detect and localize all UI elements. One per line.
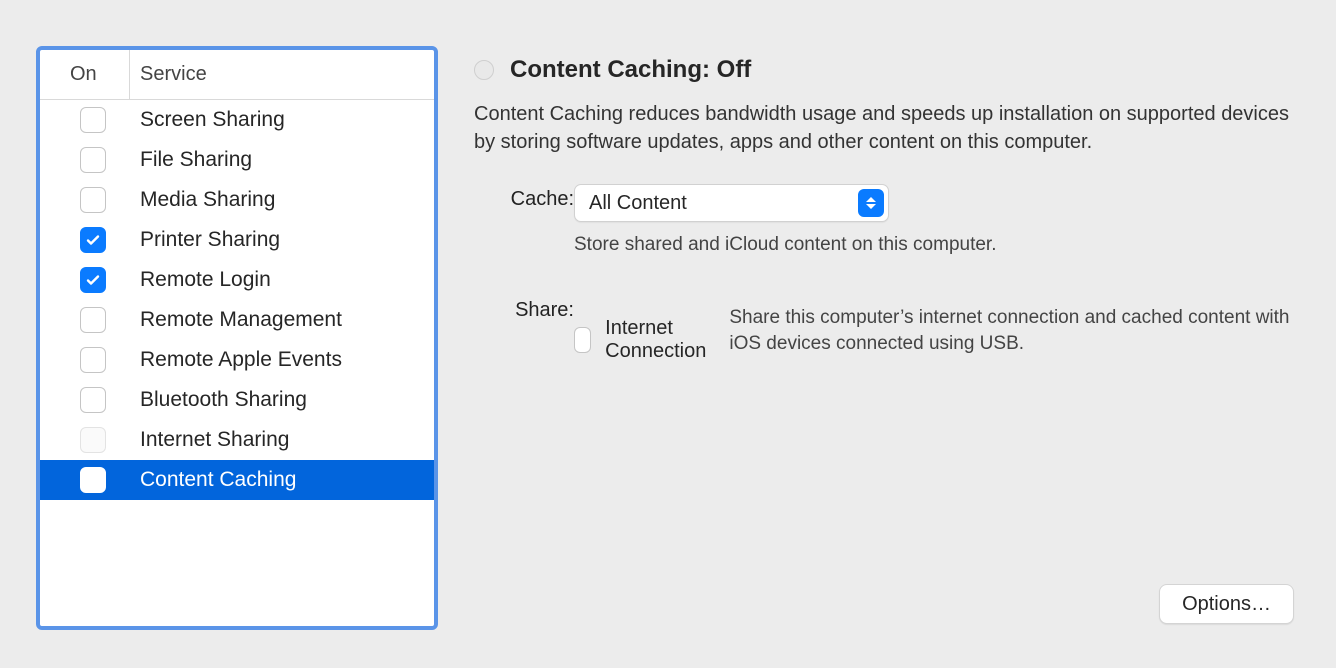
share-internet-label: Internet Connection: [605, 317, 715, 363]
popup-stepper-icon: [858, 189, 884, 217]
service-toggle-checkbox[interactable]: [80, 107, 106, 133]
service-row[interactable]: Remote Apple Events: [40, 340, 434, 380]
service-row[interactable]: Remote Login: [40, 260, 434, 300]
service-toggle-checkbox[interactable]: [80, 147, 106, 173]
check-icon: [85, 272, 101, 288]
sharing-prefs-pane: On Service Screen Sharing File Sharing Med…: [0, 0, 1336, 668]
services-header-on: On: [40, 50, 130, 99]
service-label: Bluetooth Sharing: [140, 388, 307, 412]
service-label: Content Caching: [140, 468, 296, 492]
cache-label: Cache:: [474, 184, 574, 211]
share-internet-checkbox[interactable]: [574, 327, 591, 353]
share-hint: Share this computer’s internet connectio…: [729, 305, 1296, 358]
service-toggle-checkbox[interactable]: [80, 347, 106, 373]
service-toggle-checkbox[interactable]: [80, 187, 106, 213]
service-row[interactable]: Screen Sharing: [40, 100, 434, 140]
check-icon: [85, 232, 101, 248]
service-toggle-checkbox[interactable]: [80, 267, 106, 293]
detail-title-row: Content Caching: Off: [474, 56, 1296, 84]
service-label: Internet Sharing: [140, 428, 289, 452]
service-row[interactable]: File Sharing: [40, 140, 434, 180]
service-row[interactable]: Printer Sharing: [40, 220, 434, 260]
service-toggle-checkbox[interactable]: [80, 387, 106, 413]
services-sidebar: On Service Screen Sharing File Sharing Med…: [36, 46, 438, 630]
service-toggle-checkbox[interactable]: [80, 307, 106, 333]
status-indicator-icon: [474, 60, 494, 80]
service-label: Remote Management: [140, 308, 342, 332]
cache-popup[interactable]: All Content: [574, 184, 889, 222]
services-header-service: Service: [130, 50, 207, 99]
service-row[interactable]: Bluetooth Sharing: [40, 380, 434, 420]
service-toggle-checkbox[interactable]: [80, 427, 106, 453]
service-label: Printer Sharing: [140, 228, 280, 252]
service-toggle-checkbox[interactable]: [80, 467, 106, 493]
service-row[interactable]: Internet Sharing: [40, 420, 434, 460]
service-row[interactable]: Remote Management: [40, 300, 434, 340]
cache-popup-value: All Content: [589, 192, 858, 215]
service-label: Remote Login: [140, 268, 271, 292]
cache-hint: Store shared and iCloud content on this …: [574, 232, 1296, 259]
options-button[interactable]: Options…: [1159, 584, 1294, 624]
share-row: Share: Internet Connection Share this co…: [474, 295, 1296, 386]
share-label: Share:: [474, 295, 574, 322]
service-label: File Sharing: [140, 148, 252, 172]
service-row[interactable]: Media Sharing: [40, 180, 434, 220]
cache-row: Cache: All Content Store shared and iClo…: [474, 184, 1296, 287]
service-row[interactable]: Content Caching: [40, 460, 434, 500]
service-label: Remote Apple Events: [140, 348, 342, 372]
services-header: On Service: [40, 50, 434, 100]
services-list: Screen Sharing File Sharing Media Sharing P…: [40, 100, 434, 500]
service-label: Screen Sharing: [140, 108, 285, 132]
service-toggle-checkbox[interactable]: [80, 227, 106, 253]
detail-description: Content Caching reduces bandwidth usage …: [474, 100, 1294, 156]
service-detail: Content Caching: Off Content Caching red…: [474, 56, 1296, 628]
detail-title: Content Caching: Off: [510, 56, 751, 84]
service-label: Media Sharing: [140, 188, 275, 212]
